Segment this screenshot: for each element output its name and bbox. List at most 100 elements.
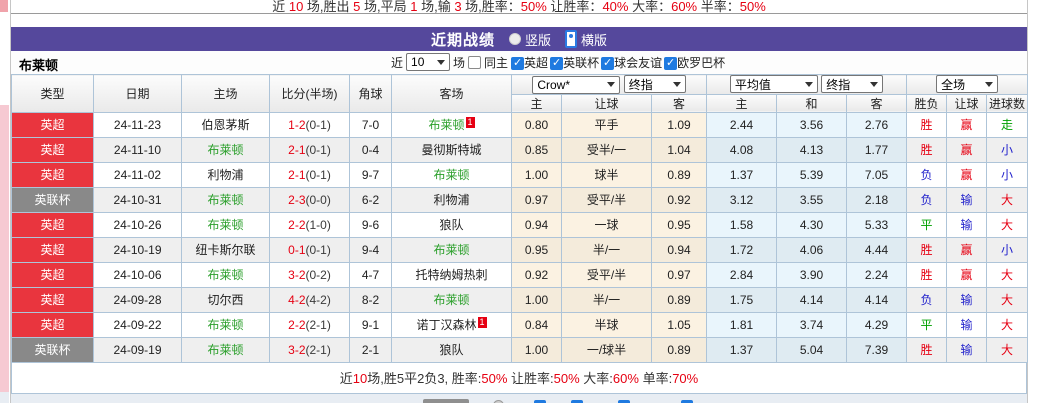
home-team: 利物浦 (182, 162, 270, 187)
table-row: 英联杯24-09-19布莱顿3-2(2-1)2-1狼队1.00一/球半0.891… (12, 337, 1028, 362)
avg-away: 5.33 (847, 212, 907, 237)
summary-segment: 大率： (628, 0, 671, 14)
summary-segment: 场,胜率： (462, 0, 521, 14)
corners: 0-4 (350, 137, 392, 162)
avg-home: 1.72 (707, 237, 777, 262)
summary-segment: 70% (672, 371, 698, 386)
league-checkbox[interactable]: ✓ (664, 57, 677, 70)
scope-select[interactable]: 全场 (936, 75, 998, 93)
cutoff-checkbox[interactable] (534, 400, 546, 403)
cutoff-checkbox[interactable] (618, 400, 630, 403)
sub-header-avg-away: 客 (847, 94, 907, 112)
radio-icon-selected[interactable] (565, 30, 577, 48)
cutoff-checkbox[interactable] (681, 400, 693, 403)
league-checkbox[interactable]: ✓ (511, 57, 524, 70)
avg-draw: 5.04 (777, 337, 847, 362)
away-team: 布莱顿 (392, 237, 512, 262)
table-row: 英超24-11-02利物浦2-1(0-1)9-7布莱顿1.00球半0.891.3… (12, 162, 1028, 187)
radio-vertical-label[interactable]: 竖版 (525, 30, 551, 49)
filter-controls: 近 10 场 同主 ✓英超✓英联杯✓球会友谊✓欧罗巴杯 (391, 53, 727, 71)
handicap: 半/一 (562, 287, 652, 312)
avg-home: 4.08 (707, 137, 777, 162)
goals-result: 大 (987, 312, 1028, 337)
avg-away: 2.18 (847, 187, 907, 212)
handicap: 半球 (562, 312, 652, 337)
table-row: 英超24-09-22布莱顿2-2(2-1)9-1诺丁汉森林10.84半球1.05… (12, 312, 1028, 337)
top-partial-summary: 近 10 场,胜出 5 场,平局 1 场,输 3 场,胜率：50% 让胜率：40… (11, 0, 1027, 14)
col-header-home: 主场 (182, 75, 270, 113)
result: 胜 (907, 262, 947, 287)
cutoff-radio[interactable] (493, 400, 504, 403)
score: 3-2(2-1) (270, 337, 350, 362)
team-label: 切尔西 (207, 293, 243, 307)
summary-segment: 10 (289, 0, 303, 14)
filter-bar: 布莱顿 近 10 场 同主 ✓英超✓英联杯✓球会友谊✓欧罗巴杯 (11, 51, 1027, 74)
bottom-summary: 近10场,胜5平2负3, 胜率:50% 让胜率:50% 大率:60% 单率:70… (11, 363, 1027, 394)
radio-vertical-layout[interactable]: 竖版 (509, 30, 551, 49)
summary-segment: 60% (613, 371, 639, 386)
bookmaker-select[interactable]: Crow* (532, 76, 620, 94)
radio-horizontal-label[interactable]: 横版 (581, 30, 607, 49)
handicap: 一球 (562, 212, 652, 237)
avg-away: 7.39 (847, 337, 907, 362)
same-home-label: 同主 (484, 54, 508, 71)
home-team: 布莱顿 (182, 187, 270, 212)
table-row: 英超24-11-10布莱顿2-1(0-1)0-4曼彻斯特城0.85受半/一1.0… (12, 137, 1028, 162)
match-date: 24-10-26 (94, 212, 182, 237)
avg-period-select[interactable]: 终指 (821, 75, 883, 93)
score: 1-2(0-1) (270, 112, 350, 137)
team-name: 布莱顿 (19, 55, 58, 74)
left-edge-cutoff-bottom (0, 392, 9, 403)
avg-draw: 3.56 (777, 112, 847, 137)
odds-home: 0.84 (512, 312, 562, 337)
cutoff-checkbox[interactable] (571, 400, 583, 403)
league-badge: 英超 (12, 112, 94, 137)
avg-draw: 3.55 (777, 187, 847, 212)
handicap: 受平/半 (562, 187, 652, 212)
team-label: 布莱顿 (207, 193, 243, 207)
cutoff-select[interactable] (423, 399, 469, 403)
team-label: 布莱顿 (207, 143, 243, 157)
league-badge: 英超 (12, 262, 94, 287)
radio-icon[interactable] (509, 33, 521, 45)
league-checkbox[interactable]: ✓ (601, 57, 614, 70)
league-badge: 英联杯 (12, 187, 94, 212)
same-home-checkbox[interactable] (468, 56, 481, 69)
match-date: 24-11-02 (94, 162, 182, 187)
league-checkbox-label: 英联杯 (563, 56, 599, 70)
corners: 8-2 (350, 287, 392, 312)
score: 3-2(0-2) (270, 262, 350, 287)
summary-segment: 场,胜5平2负3, 胜率: (367, 371, 481, 386)
avg-away: 7.05 (847, 162, 907, 187)
match-count-select[interactable]: 10 (406, 53, 450, 71)
sub-header-handicap-result: 让球 (947, 94, 987, 112)
score: 2-3(0-0) (270, 187, 350, 212)
home-team: 布莱顿 (182, 212, 270, 237)
summary-segment: 60% (671, 0, 697, 14)
sub-header-avg-home: 主 (707, 94, 777, 112)
team-label: 利物浦 (433, 193, 469, 207)
results-table: 类型 日期 主场 比分(半场) 角球 客场 Crow* 终指 平均值 终指 (11, 74, 1028, 363)
handicap-result: 赢 (947, 112, 987, 137)
team-label: 布莱顿 (207, 318, 243, 332)
league-badge: 英超 (12, 137, 94, 162)
avg-away: 2.76 (847, 112, 907, 137)
avg-away: 1.77 (847, 137, 907, 162)
odds-period-select[interactable]: 终指 (624, 75, 686, 93)
avg-home: 1.81 (707, 312, 777, 337)
goals-result: 大 (987, 262, 1028, 287)
handicap: 受平/半 (562, 262, 652, 287)
chevron-down-icon (607, 82, 615, 87)
top-summary-text: 近 10 场,胜出 5 场,平局 1 场,输 3 场,胜率：50% 让胜率：40… (272, 0, 766, 14)
league-checkbox[interactable]: ✓ (550, 57, 563, 70)
odds-away: 0.89 (652, 337, 707, 362)
league-badge: 英联杯 (12, 337, 94, 362)
table-row: 英超24-09-28切尔西4-2(4-2)8-2布莱顿1.00半/一0.891.… (12, 287, 1028, 312)
col-header-date: 日期 (94, 75, 182, 113)
corners: 2-1 (350, 337, 392, 362)
average-select[interactable]: 平均值 (730, 75, 818, 93)
sub-header-handicap: 让球 (562, 94, 652, 112)
avg-draw: 3.90 (777, 262, 847, 287)
match-date: 24-10-06 (94, 262, 182, 287)
radio-horizontal-layout[interactable]: 横版 (565, 30, 607, 49)
